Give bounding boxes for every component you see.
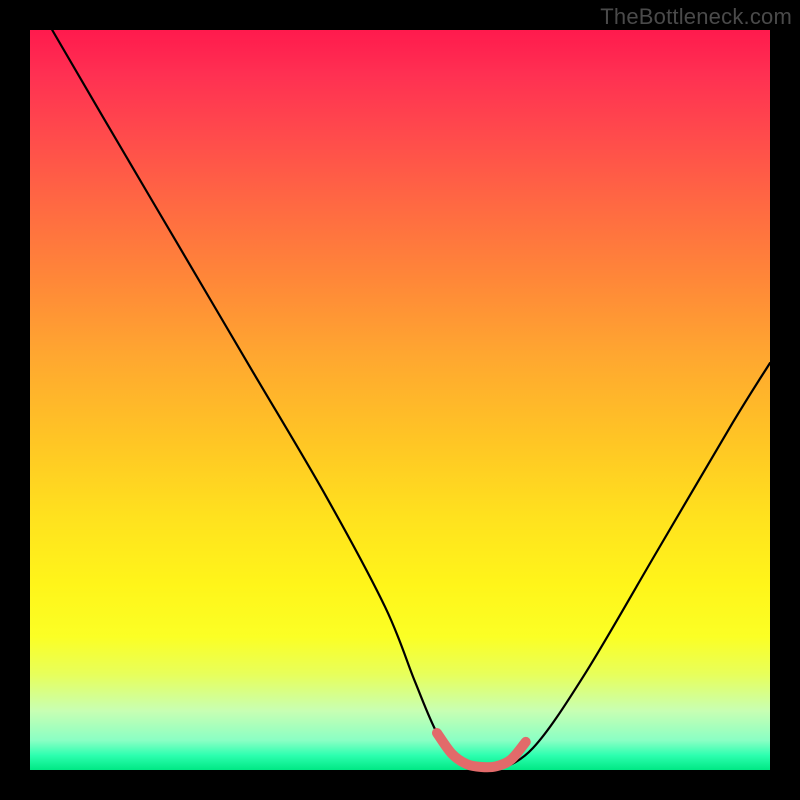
- bottleneck-curve: [52, 30, 770, 772]
- curve-svg: [30, 30, 770, 770]
- watermark-text: TheBottleneck.com: [600, 4, 792, 30]
- optimal-range-marker: [437, 733, 526, 767]
- chart-frame: TheBottleneck.com: [0, 0, 800, 800]
- gradient-plot-area: [30, 30, 770, 770]
